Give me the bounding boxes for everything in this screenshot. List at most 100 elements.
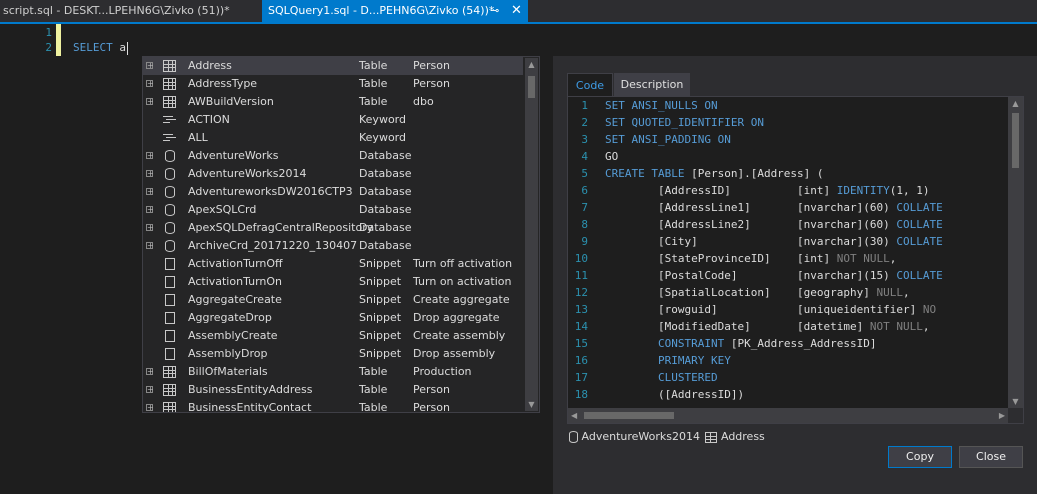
- preview-vertical-scrollbar[interactable]: ▲ ▼: [1008, 97, 1023, 408]
- expand-icon[interactable]: +: [146, 188, 154, 196]
- list-item[interactable]: ActivationTurnOn Snippet Turn on activatio…: [143, 273, 523, 291]
- database-icon: [165, 168, 175, 180]
- scroll-thumb[interactable]: [1012, 113, 1019, 168]
- sql-text: [StateProvinceID] [int]: [605, 252, 837, 265]
- item-type: Table: [359, 77, 388, 90]
- item-name: AdventureWorks2014: [188, 167, 307, 180]
- item-type: Database: [359, 149, 412, 162]
- scroll-right-icon[interactable]: ▶: [999, 408, 1005, 423]
- list-item[interactable]: ACTION Keyword: [143, 111, 523, 129]
- list-item[interactable]: + AWBuildVersion Table dbo: [143, 93, 523, 111]
- tab-script-sql[interactable]: script.sql - DESKT...LPEHN6G\Zivko (51))…: [0, 0, 262, 22]
- database-icon: [165, 204, 175, 216]
- item-type: Snippet: [359, 347, 402, 360]
- snippet-icon: [165, 294, 175, 306]
- expand-icon[interactable]: +: [146, 386, 154, 394]
- list-item[interactable]: + AdventureWorks Database: [143, 147, 523, 165]
- expand-icon[interactable]: +: [146, 368, 154, 376]
- expand-icon[interactable]: +: [146, 152, 154, 160]
- scroll-thumb[interactable]: [528, 76, 535, 98]
- completion-scrollbar[interactable]: ▲ ▼: [525, 58, 538, 411]
- item-name: BillOfMaterials: [188, 365, 268, 378]
- snippet-icon: [165, 312, 175, 324]
- code-text: SET ANSI_NULLS ON: [605, 97, 718, 114]
- scroll-left-icon[interactable]: ◀: [571, 408, 577, 423]
- typed-text: a: [119, 41, 126, 54]
- list-item[interactable]: ActivationTurnOff Snippet Turn off activat…: [143, 255, 523, 273]
- sql-keyword: SET ANSI_NULLS ON: [605, 99, 718, 112]
- item-type: Database: [359, 185, 412, 198]
- list-item[interactable]: AssemblyDrop Snippet Drop assembly: [143, 345, 523, 363]
- code-line[interactable]: SELECT a: [73, 41, 128, 55]
- preview-horizontal-scrollbar[interactable]: ◀ ▶: [568, 408, 1008, 423]
- copy-button[interactable]: Copy: [888, 446, 952, 468]
- list-item[interactable]: + AdventureworksDW2016CTP3 Database: [143, 183, 523, 201]
- snippet-icon: [165, 258, 175, 270]
- expand-icon[interactable]: +: [146, 242, 154, 250]
- sql-keyword: COLLATE: [896, 201, 943, 214]
- list-item[interactable]: + AdventureWorks2014 Database: [143, 165, 523, 183]
- list-item[interactable]: + Address Table Person: [143, 57, 523, 75]
- line-number: 3: [581, 133, 588, 146]
- scroll-up-icon[interactable]: ▲: [525, 60, 538, 69]
- close-icon[interactable]: ✕: [511, 0, 522, 22]
- line-number: 11: [574, 269, 588, 282]
- tab-sqlquery1[interactable]: SQLQuery1.sql - D...PEHN6G\Zivko (54))* …: [262, 0, 528, 22]
- scroll-down-icon[interactable]: ▼: [1008, 397, 1023, 406]
- tab-code[interactable]: Code: [567, 73, 613, 96]
- document-tab-bar: script.sql - DESKT...LPEHN6G\Zivko (51))…: [0, 0, 1037, 22]
- sql-keyword: SET ANSI_PADDING ON: [605, 133, 731, 146]
- list-item[interactable]: AggregateCreate Snippet Create aggregate: [143, 291, 523, 309]
- item-type: Table: [359, 365, 388, 378]
- list-item[interactable]: + BusinessEntityContact Table Person: [143, 399, 523, 413]
- table-icon: [163, 402, 176, 412]
- scroll-up-icon[interactable]: ▲: [1008, 99, 1023, 108]
- object-path: AdventureWorks2014 Address: [569, 429, 765, 445]
- scroll-down-icon[interactable]: ▼: [525, 400, 538, 409]
- database-icon: [165, 222, 175, 234]
- item-schema: Person: [413, 77, 450, 90]
- item-name: ApexSQLDefragCentralRepository: [188, 221, 374, 234]
- item-type: Snippet: [359, 329, 402, 342]
- list-item[interactable]: + AddressType Table Person: [143, 75, 523, 93]
- expand-icon[interactable]: +: [146, 80, 154, 88]
- item-schema: Create aggregate: [413, 293, 510, 306]
- pin-icon[interactable]: ⊸: [490, 0, 499, 22]
- sql-keyword: CLUSTERED: [605, 371, 718, 384]
- list-item[interactable]: + BillOfMaterials Table Production: [143, 363, 523, 381]
- preview-code[interactable]: 18 ([AddressID]) 17 CLUSTERED 16 PRIMARY K…: [567, 96, 1024, 424]
- list-item[interactable]: + ApexSQLDefragCentralRepository Database: [143, 219, 523, 237]
- list-item[interactable]: AssemblyCreate Snippet Create assembly: [143, 327, 523, 345]
- code-text: [SpatialLocation] [geography] NULL,: [605, 284, 910, 301]
- item-schema: Drop assembly: [413, 347, 496, 360]
- expand-icon[interactable]: +: [146, 62, 154, 70]
- sql-text: ,: [922, 320, 930, 333]
- item-type: Snippet: [359, 257, 402, 270]
- expand-icon[interactable]: +: [146, 98, 154, 106]
- close-button[interactable]: Close: [959, 446, 1023, 468]
- list-item[interactable]: AggregateDrop Snippet Drop aggregate: [143, 309, 523, 327]
- list-item[interactable]: + ArchiveCrd_20171220_130407 Database: [143, 237, 523, 255]
- scroll-thumb[interactable]: [584, 412, 674, 419]
- item-name: ActivationTurnOn: [188, 275, 283, 288]
- line-number: 2: [581, 116, 588, 129]
- item-schema: Person: [413, 401, 450, 413]
- expand-icon[interactable]: +: [146, 206, 154, 214]
- list-item[interactable]: ALL Keyword: [143, 129, 523, 147]
- item-name: AssemblyDrop: [188, 347, 268, 360]
- code-text: CREATE TABLE [Person].[Address] (: [605, 165, 824, 182]
- expand-icon[interactable]: +: [146, 404, 154, 412]
- expand-icon[interactable]: +: [146, 224, 154, 232]
- completion-list[interactable]: + BusinessEntityContact Table Person + Busine…: [142, 56, 540, 413]
- item-type: Table: [359, 401, 388, 413]
- list-item[interactable]: + ApexSQLCrd Database: [143, 201, 523, 219]
- tab-description[interactable]: Description: [614, 73, 690, 96]
- list-item[interactable]: + BusinessEntityAddress Table Person: [143, 381, 523, 399]
- code-text: PRIMARY KEY: [605, 352, 731, 369]
- line-number: 9: [581, 235, 588, 248]
- code-text: [AddressLine2] [nvarchar](60) COLLATE: [605, 216, 943, 233]
- line-number: 10: [574, 252, 588, 265]
- table-icon: [163, 384, 176, 396]
- expand-icon[interactable]: +: [146, 170, 154, 178]
- line-number: 8: [581, 218, 588, 231]
